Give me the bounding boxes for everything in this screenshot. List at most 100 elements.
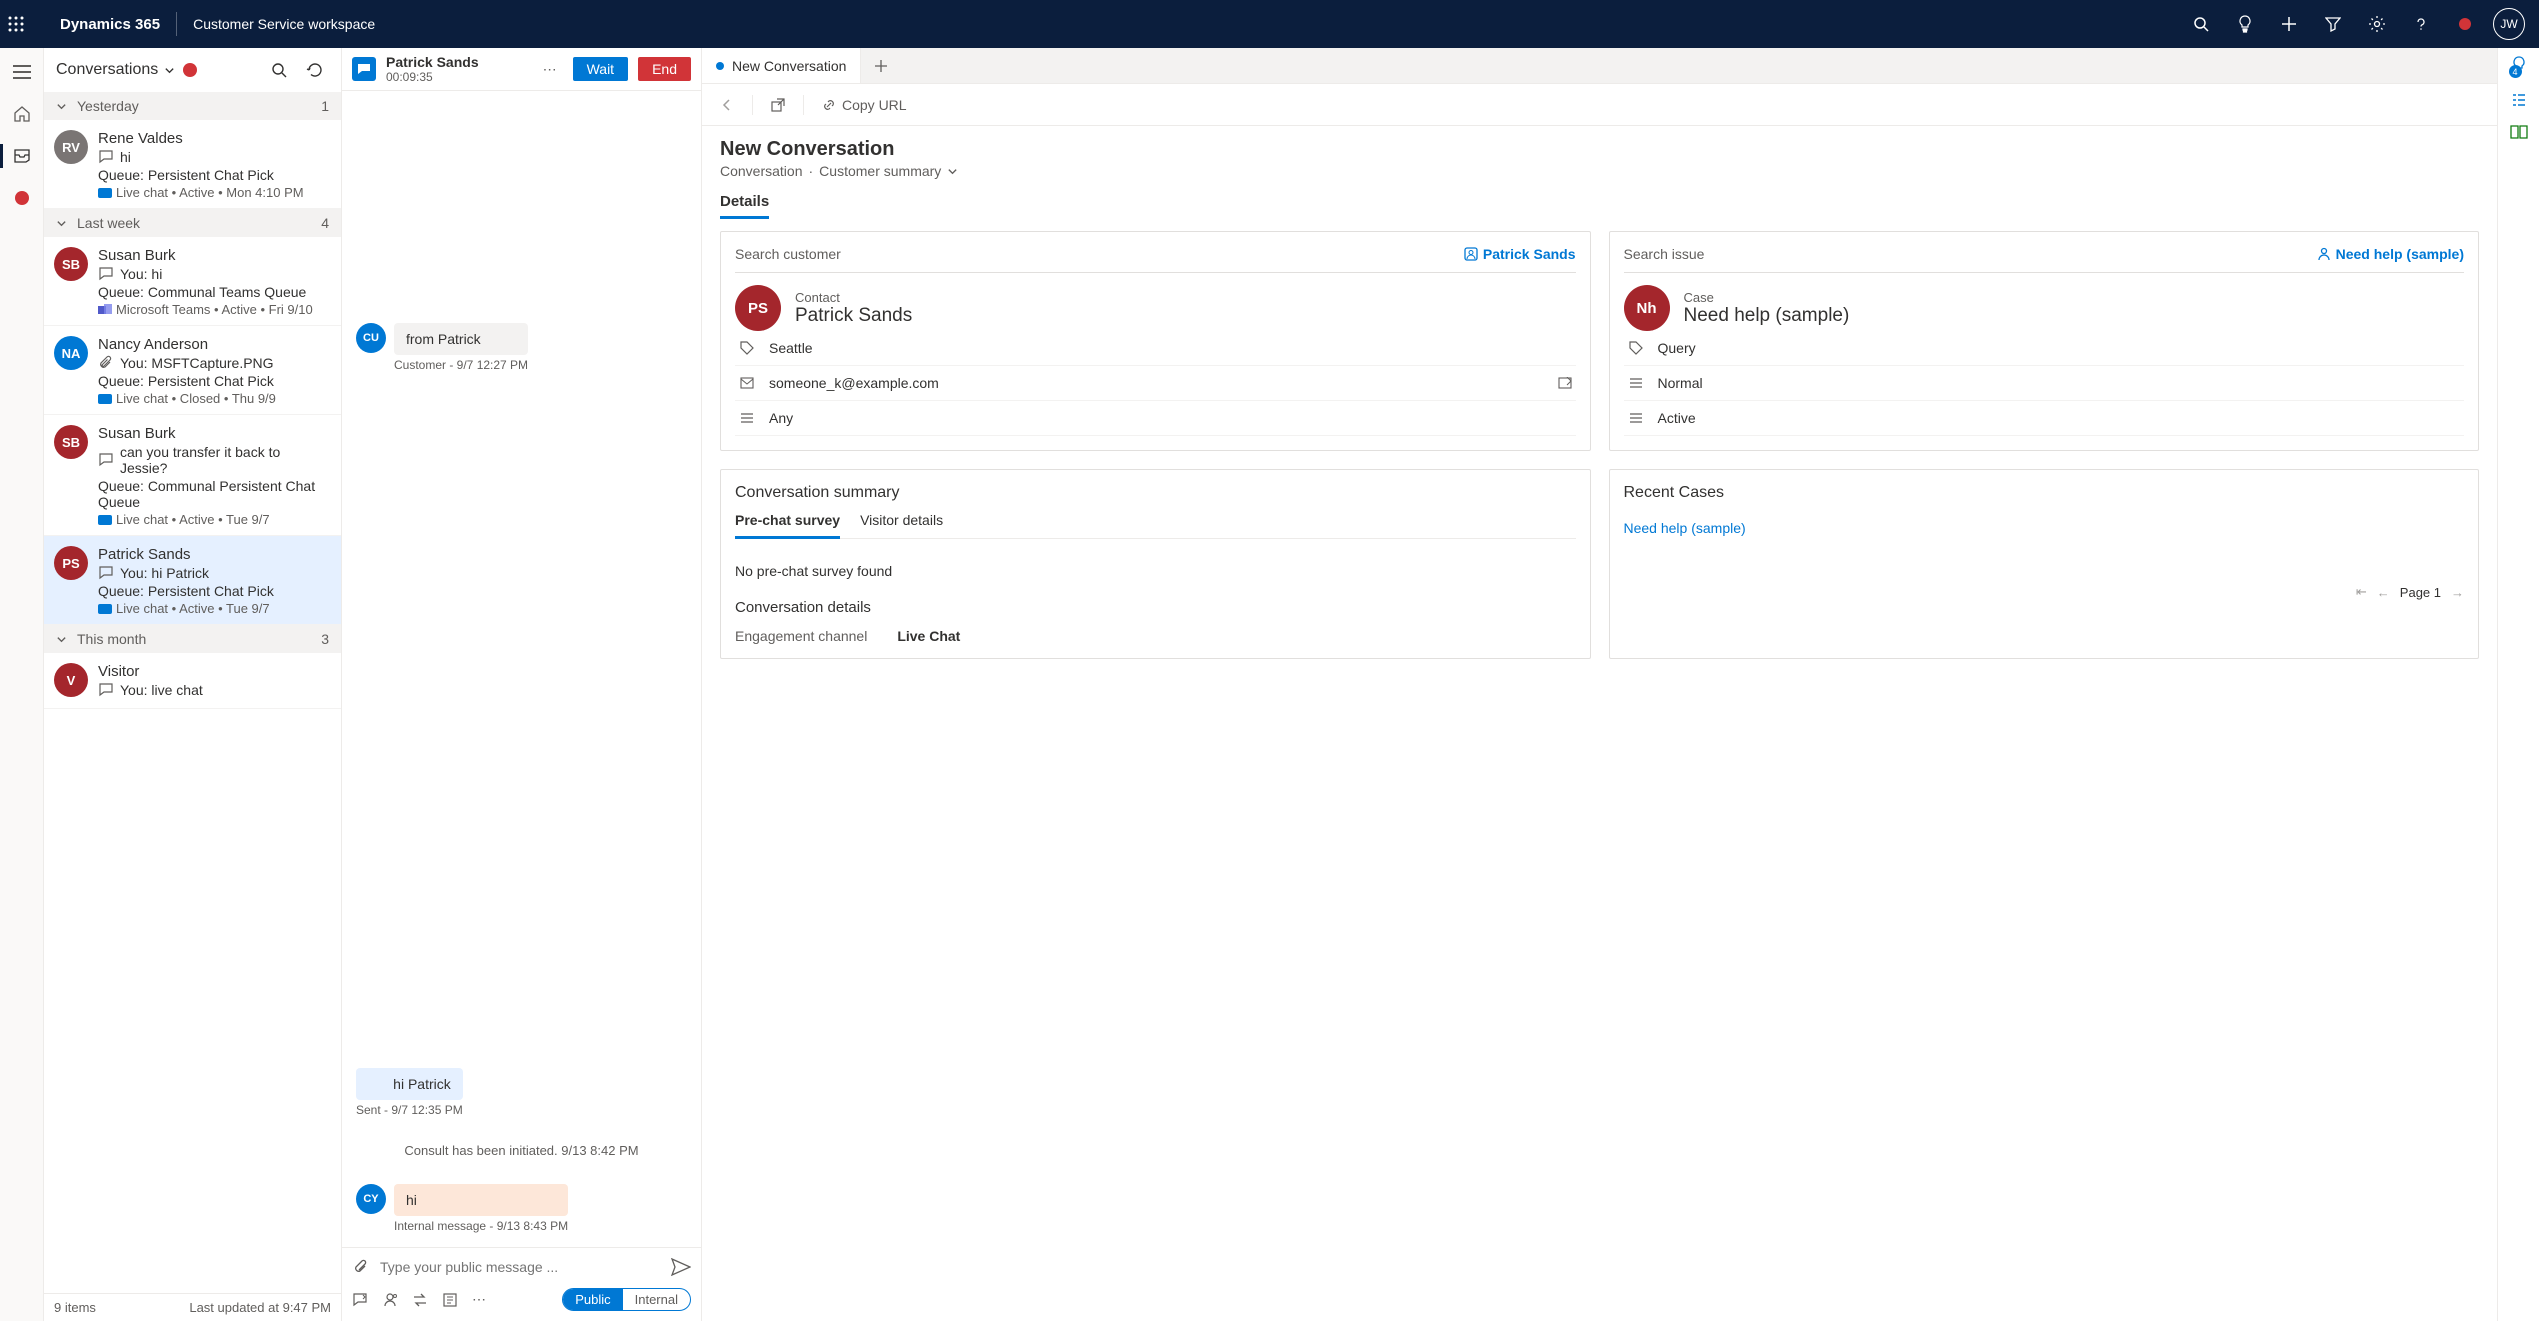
queue-label: Queue: Persistent Chat Pick xyxy=(98,583,331,599)
queue-label: Queue: Persistent Chat Pick xyxy=(98,373,331,389)
group-header-thismonth[interactable]: This month 3 xyxy=(44,625,341,653)
conversation-summary-card: Conversation summary Pre-chat survey Vis… xyxy=(720,469,1591,659)
right-rail: 4 xyxy=(2497,48,2539,1321)
toggle-public[interactable]: Public xyxy=(563,1289,622,1310)
prev-page-icon[interactable]: ← xyxy=(2377,585,2390,600)
lightbulb-icon[interactable] xyxy=(2223,0,2267,48)
lookup-value: Need help (sample) xyxy=(2336,246,2464,262)
conversations-dropdown[interactable]: Conversations xyxy=(56,61,175,79)
item-count: 9 items xyxy=(54,1300,96,1315)
end-button[interactable]: End xyxy=(638,57,691,81)
search-icon[interactable] xyxy=(265,56,293,84)
search-issue-label: Search issue xyxy=(1624,246,1705,262)
field-city[interactable]: Seattle xyxy=(735,331,1576,366)
toggle-internal[interactable]: Internal xyxy=(623,1289,690,1310)
compose-mail-icon[interactable] xyxy=(1558,377,1572,389)
visibility-toggle[interactable]: Public Internal xyxy=(562,1288,691,1311)
avatar: RV xyxy=(54,130,88,164)
presence-status[interactable] xyxy=(2443,0,2487,48)
brand-label[interactable]: Dynamics 365 xyxy=(48,16,172,33)
message-meta: Customer - 9/7 12:27 PM xyxy=(394,358,528,372)
home-icon[interactable] xyxy=(6,98,38,130)
app-launcher-icon[interactable] xyxy=(8,16,48,32)
field-status[interactable]: Active xyxy=(1624,401,2465,436)
tab-details[interactable]: Details xyxy=(720,193,769,219)
copy-url-button[interactable]: Copy URL xyxy=(814,93,915,117)
add-tab-icon[interactable] xyxy=(861,59,901,73)
tab-new-conversation[interactable]: New Conversation xyxy=(702,48,861,83)
case-lookup[interactable]: Need help (sample) xyxy=(2317,246,2464,262)
message-preview: You: MSFTCapture.PNG xyxy=(120,355,274,371)
agent-scripts-icon[interactable] xyxy=(2511,92,2527,108)
attachment-icon[interactable] xyxy=(352,1258,370,1276)
group-label: This month xyxy=(77,631,146,647)
message-preview: You: live chat xyxy=(120,682,203,698)
field-email[interactable]: someone_k@example.com xyxy=(735,366,1576,401)
message-input[interactable] xyxy=(380,1259,661,1275)
chat-icon xyxy=(98,149,114,165)
notes-icon[interactable] xyxy=(442,1292,458,1308)
knowledge-icon[interactable] xyxy=(2510,124,2528,140)
conversation-item[interactable]: NA Nancy Anderson You: MSFTCapture.PNG Q… xyxy=(44,326,341,415)
filter-icon[interactable] xyxy=(2311,0,2355,48)
add-icon[interactable] xyxy=(2267,0,2311,48)
list-icon xyxy=(739,411,755,425)
field-priority[interactable]: Normal xyxy=(1624,366,2465,401)
send-icon[interactable] xyxy=(671,1258,691,1276)
message-bubble: hi Patrick xyxy=(356,1068,463,1100)
next-page-icon[interactable]: → xyxy=(2451,585,2464,600)
refresh-icon[interactable] xyxy=(301,56,329,84)
conversation-item-selected[interactable]: PS Patrick Sands You: hi Patrick Queue: … xyxy=(44,536,341,625)
wait-button[interactable]: Wait xyxy=(573,57,628,81)
quick-reply-icon[interactable] xyxy=(352,1292,368,1308)
channel-chip xyxy=(98,394,112,404)
case-card: Search issue Need help (sample) Nh Case … xyxy=(1609,231,2480,451)
popout-icon[interactable] xyxy=(763,94,793,116)
user-avatar[interactable]: JW xyxy=(2493,8,2525,40)
group-header-yesterday[interactable]: Yesterday 1 xyxy=(44,92,341,120)
settings-icon[interactable] xyxy=(2355,0,2399,48)
customer-lookup[interactable]: Patrick Sands xyxy=(1464,246,1576,262)
tag-icon xyxy=(1628,341,1644,355)
group-count: 1 xyxy=(321,98,329,114)
case-link[interactable]: Need help (sample) xyxy=(1624,512,2465,544)
smart-assist-icon[interactable]: 4 xyxy=(2511,56,2527,76)
contact-name: Rene Valdes xyxy=(98,130,331,147)
back-icon[interactable] xyxy=(712,94,742,116)
mail-icon xyxy=(739,376,755,390)
presence-indicator[interactable] xyxy=(6,182,38,214)
group-count: 3 xyxy=(321,631,329,647)
group-label: Yesterday xyxy=(77,98,139,114)
record-name[interactable]: Need help (sample) xyxy=(1684,305,1850,327)
divider xyxy=(176,12,177,36)
list-icon xyxy=(1628,411,1644,425)
conversation-item[interactable]: SB Susan Burk can you transfer it back t… xyxy=(44,415,341,536)
crumb-item[interactable]: Customer summary xyxy=(819,163,941,179)
chat-icon xyxy=(98,682,114,698)
queue-label: Queue: Communal Persistent Chat Queue xyxy=(98,478,331,510)
conversation-item[interactable]: RV Rene Valdes hi Queue: Persistent Chat… xyxy=(44,120,341,209)
chat-icon xyxy=(98,266,114,282)
record-name[interactable]: Patrick Sands xyxy=(795,305,912,327)
conversation-item[interactable]: V Visitor You: live chat xyxy=(44,653,341,709)
group-header-lastweek[interactable]: Last week 4 xyxy=(44,209,341,237)
first-page-icon[interactable]: ⇤ xyxy=(2356,584,2367,600)
more-icon[interactable]: ⋯ xyxy=(537,57,563,82)
conversation-item[interactable]: SB Susan Burk You: hi Queue: Communal Te… xyxy=(44,237,341,326)
chevron-down-icon[interactable] xyxy=(947,166,958,177)
inbox-icon[interactable] xyxy=(6,140,38,172)
tab-visitor-details[interactable]: Visitor details xyxy=(860,512,943,538)
item-meta: Live chat • Active • Mon 4:10 PM xyxy=(116,185,304,200)
field-subject[interactable]: Query xyxy=(1624,331,2465,366)
workspace-label[interactable]: Customer Service workspace xyxy=(181,16,387,32)
crumb-item[interactable]: Conversation xyxy=(720,163,803,179)
consult-icon[interactable] xyxy=(382,1292,398,1308)
tab-prechat[interactable]: Pre-chat survey xyxy=(735,512,840,539)
sender-avatar: CU xyxy=(356,323,386,353)
hamburger-icon[interactable] xyxy=(6,56,38,88)
transfer-icon[interactable] xyxy=(412,1292,428,1308)
search-icon[interactable] xyxy=(2179,0,2223,48)
more-icon[interactable]: ⋯ xyxy=(472,1291,486,1308)
help-icon[interactable] xyxy=(2399,0,2443,48)
field-preference[interactable]: Any xyxy=(735,401,1576,436)
